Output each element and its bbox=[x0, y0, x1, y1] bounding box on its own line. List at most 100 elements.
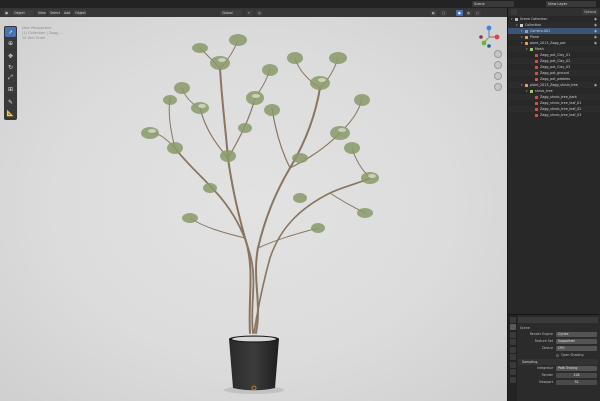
menu-object-label: Object bbox=[75, 10, 86, 15]
world-tab-icon[interactable] bbox=[509, 354, 516, 360]
measure-tool-icon[interactable]: 📐 bbox=[5, 108, 16, 118]
camera-view-icon[interactable] bbox=[494, 72, 502, 80]
transform-tool-icon[interactable]: ⊞ bbox=[5, 84, 16, 94]
orientation-label: Global bbox=[222, 10, 233, 15]
outliner-type-icon bbox=[535, 77, 538, 81]
render-engine-dropdown[interactable]: Cycles bbox=[556, 332, 597, 337]
outliner-row-label: Zagg_shrub_tree_leaf_03 bbox=[540, 113, 582, 117]
scale-tool-icon[interactable]: ⤢ bbox=[5, 73, 16, 83]
tool-shelf: ➚ ⊕ ✥ ↻ ⤢ ⊞ ✎ 📐 bbox=[4, 26, 17, 120]
perspective-toggle-icon[interactable] bbox=[494, 83, 502, 91]
integrator-dropdown[interactable]: Path Tracing bbox=[556, 366, 597, 371]
plant-render bbox=[141, 34, 379, 394]
render-samples-field[interactable]: 128 bbox=[556, 373, 597, 378]
move-tool-icon[interactable]: ✥ bbox=[5, 51, 16, 61]
pan-icon[interactable] bbox=[494, 61, 502, 69]
editor-type-button[interactable]: ▣ bbox=[3, 9, 11, 16]
view-layer-selector[interactable]: View Layer bbox=[546, 1, 596, 7]
tree-leaves bbox=[141, 34, 379, 233]
outliner-type-icon bbox=[535, 65, 538, 69]
orientation-dropdown[interactable]: Global bbox=[220, 9, 242, 16]
outliner-type-icon bbox=[535, 113, 538, 117]
outliner-panel: Options ▾ Scene Collection ◉ ▾ Collection ◉ ▾ C… bbox=[507, 8, 600, 314]
x-axis-icon[interactable] bbox=[494, 34, 500, 40]
menu-add[interactable]: Add bbox=[62, 9, 71, 16]
outliner-type-icon bbox=[525, 41, 528, 45]
feature-set-dropdown[interactable]: Supported bbox=[556, 339, 597, 344]
zoom-icon[interactable] bbox=[494, 50, 502, 58]
modifier-tab-icon[interactable] bbox=[509, 369, 516, 375]
select-tool-icon[interactable]: ➚ bbox=[5, 27, 16, 37]
properties-tabs bbox=[508, 315, 517, 401]
sampling-label: Sampling bbox=[522, 360, 538, 364]
y-axis-icon[interactable] bbox=[481, 40, 487, 46]
outliner-type-icon bbox=[525, 29, 528, 33]
outliner-type-icon bbox=[535, 59, 538, 63]
scene-tab-icon[interactable] bbox=[509, 346, 516, 353]
outliner-editor-icon[interactable] bbox=[511, 9, 517, 15]
menu-view[interactable]: View bbox=[36, 9, 46, 16]
annotate-tool-icon[interactable]: ✎ bbox=[5, 97, 16, 107]
feature-set-row: Feature Set Supported bbox=[518, 338, 598, 345]
menu-select[interactable]: Select bbox=[48, 9, 61, 16]
z-axis-icon[interactable] bbox=[486, 25, 492, 31]
output-tab-icon[interactable] bbox=[509, 331, 516, 338]
menu-add-label: Add bbox=[64, 10, 71, 15]
proportional-edit-icon[interactable]: ◎ bbox=[256, 9, 263, 16]
mode-dropdown[interactable]: Object Mode bbox=[12, 9, 34, 21]
view-layer-tab-icon[interactable] bbox=[509, 339, 516, 345]
osl-checkbox[interactable] bbox=[556, 354, 559, 357]
feature-set-label: Feature Set bbox=[534, 339, 553, 343]
outliner-type-icon bbox=[530, 47, 533, 51]
menu-select-label: Select bbox=[50, 10, 61, 15]
render-samples-label: Render bbox=[541, 373, 553, 377]
outliner-type-icon bbox=[520, 23, 523, 27]
solid-shading-icon[interactable]: ● bbox=[456, 9, 463, 16]
viewport-header: ▣ Object Mode View Select Add Object Glo… bbox=[0, 8, 507, 21]
menu-object[interactable]: Object bbox=[73, 9, 86, 16]
view-layer-label: View Layer bbox=[548, 2, 568, 6]
outliner-tree: ▾ Scene Collection ◉ ▾ Collection ◉ ▾ Camera.00… bbox=[508, 16, 600, 118]
outliner-filter-button[interactable]: Options bbox=[582, 9, 599, 15]
tool-tab-icon[interactable] bbox=[509, 316, 516, 323]
properties-content: Scene Render Engine Cycles Feature Set S… bbox=[518, 317, 598, 386]
osl-row: Open Shading Language bbox=[518, 352, 598, 364]
properties-panel: Scene Render Engine Cycles Feature Set S… bbox=[507, 314, 600, 401]
viewport-samples-field[interactable]: 32 bbox=[556, 380, 597, 385]
rendered-shading-icon[interactable]: ○ bbox=[474, 9, 481, 16]
outliner-type-icon bbox=[530, 89, 533, 93]
pot bbox=[229, 339, 279, 391]
viewport-info: User Perspective (1) Collection | Zagg_.… bbox=[22, 26, 63, 41]
properties-search-input[interactable] bbox=[518, 317, 598, 323]
menu-view-label: View bbox=[38, 10, 46, 15]
leaf-highlights bbox=[148, 58, 376, 178]
render-engine-label: Render Engine bbox=[529, 332, 553, 336]
rotate-tool-icon[interactable]: ↻ bbox=[5, 62, 16, 72]
integrator-label: Integrator bbox=[537, 366, 553, 370]
cursor-tool-icon[interactable]: ⊕ bbox=[5, 38, 16, 48]
outliner-type-icon bbox=[535, 101, 538, 105]
navigation-gizmo[interactable] bbox=[477, 25, 501, 49]
device-label: Device bbox=[542, 346, 553, 350]
material-shading-icon[interactable]: ◍ bbox=[465, 9, 472, 16]
snap-icon[interactable]: ⌖ bbox=[246, 9, 253, 16]
overlay-icon[interactable]: ◐ bbox=[430, 9, 437, 16]
render-engine-row: Render Engine Cycles bbox=[518, 331, 598, 338]
xray-icon[interactable]: ▢ bbox=[440, 9, 447, 16]
device-dropdown[interactable]: CPU bbox=[556, 346, 597, 351]
viewport-info-line: 10 Unit Scale bbox=[22, 36, 46, 40]
outliner-row[interactable]: Zagg_shrub_tree_leaf_03 bbox=[508, 112, 600, 118]
pot-pebbles bbox=[232, 336, 276, 342]
outliner-type-icon bbox=[515, 17, 518, 21]
material-tab-icon[interactable] bbox=[509, 376, 516, 383]
render-tab-icon[interactable] bbox=[509, 324, 516, 330]
viewport-samples-label: Viewport bbox=[538, 380, 553, 384]
object-tab-icon[interactable] bbox=[509, 361, 516, 368]
3d-viewport[interactable]: ▣ Object Mode View Select Add Object Glo… bbox=[0, 8, 507, 401]
outliner-type-icon bbox=[525, 83, 528, 87]
scene-selector[interactable]: Scene bbox=[472, 1, 514, 7]
scene-label: Scene bbox=[474, 2, 485, 6]
top-bar: Scene View Layer bbox=[0, 0, 600, 8]
outliner-type-icon bbox=[535, 107, 538, 111]
outliner-type-icon bbox=[535, 95, 538, 99]
